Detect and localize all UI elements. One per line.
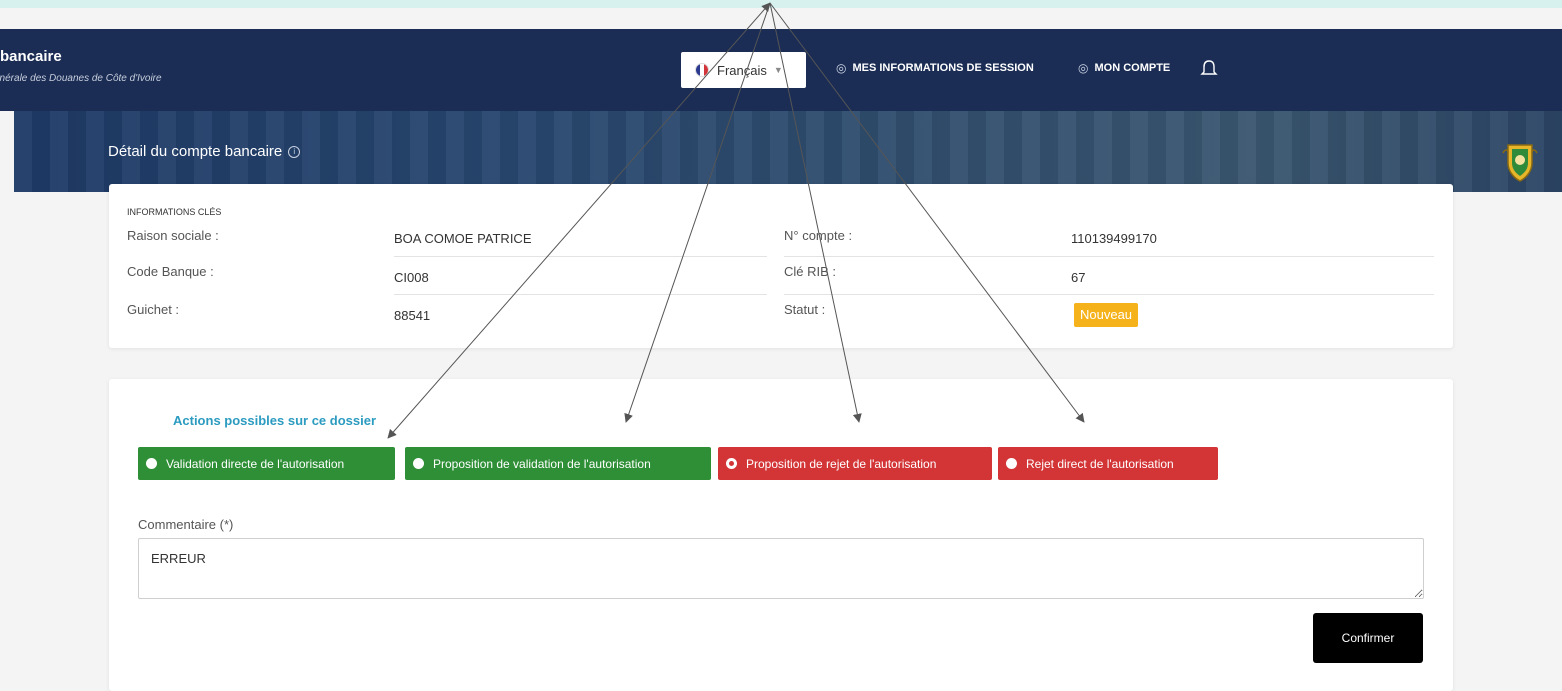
action-option-direct-validation[interactable]: Validation directe de l'autorisation (138, 447, 395, 480)
top-strip (0, 0, 1562, 8)
key-information-card: INFORMATIONS CLÉS Raison sociale : BOA C… (109, 184, 1453, 348)
language-select[interactable]: Français ▼ (681, 52, 806, 88)
field-value: 110139499170 (1071, 231, 1157, 246)
radio-icon (1006, 458, 1017, 469)
field-value: 67 (1071, 270, 1086, 285)
field-label: Statut : (784, 302, 826, 317)
language-label: Français (717, 62, 767, 78)
row-divider (784, 256, 1434, 257)
radio-icon (146, 458, 157, 469)
row-divider (784, 294, 1434, 295)
radio-checked-icon (726, 458, 737, 469)
bell-icon[interactable] (1199, 59, 1219, 79)
field-label: Guichet : (127, 302, 180, 317)
action-option-label: Rejet direct de l'autorisation (1026, 456, 1174, 471)
brand-title[interactable]: bancaire (0, 48, 62, 65)
row-divider (394, 256, 767, 257)
comment-label: Commentaire (*) (138, 517, 234, 532)
page-title-text: Détail du compte bancaire (108, 143, 283, 160)
key-info-section-title: INFORMATIONS CLÉS (127, 207, 222, 217)
actions-title: Actions possibles sur ce dossier (173, 413, 377, 428)
user-circle-icon: ◎ (1078, 61, 1089, 75)
page-hero-banner: Détail du compte bancaire i (14, 111, 1562, 192)
confirm-button[interactable]: Confirmer (1313, 613, 1423, 663)
radio-icon (413, 458, 424, 469)
top-navbar: bancaire énérale des Douanes de Côte d'I… (0, 29, 1562, 111)
brand-subtitle: énérale des Douanes de Côte d'Ivoire (0, 73, 162, 84)
coat-of-arms-icon (1502, 144, 1538, 182)
field-value: CI008 (394, 270, 429, 285)
status-badge: Nouveau (1074, 303, 1139, 327)
action-option-label: Proposition de validation de l'autorisat… (433, 456, 651, 471)
field-label: Clé RIB : (784, 264, 837, 279)
action-option-label: Validation directe de l'autorisation (166, 456, 345, 471)
action-option-label: Proposition de rejet de l'autorisation (746, 456, 937, 471)
field-label: Raison sociale : (127, 228, 219, 243)
session-icon: ◎ (836, 61, 847, 75)
chevron-down-icon: ▼ (773, 65, 783, 75)
field-label: Code Banque : (127, 264, 214, 279)
account-link-label: MON COMPTE (1094, 62, 1171, 74)
action-option-propose-validation[interactable]: Proposition de validation de l'autorisat… (405, 447, 711, 480)
field-value: 88541 (394, 308, 431, 323)
page-title: Détail du compte bancaire i (108, 143, 301, 160)
info-icon[interactable]: i (288, 145, 301, 158)
session-link-label: MES INFORMATIONS DE SESSION (852, 62, 1034, 74)
actions-card: Actions possibles sur ce dossier Validat… (109, 379, 1453, 691)
my-account-link[interactable]: ◎ MON COMPTE (1078, 61, 1170, 75)
comment-textarea[interactable]: ERREUR (138, 538, 1424, 599)
field-value: BOA COMOE PATRICE (394, 231, 532, 246)
action-option-propose-rejection[interactable]: Proposition de rejet de l'autorisation (718, 447, 992, 480)
session-info-link[interactable]: ◎ MES INFORMATIONS DE SESSION (836, 61, 1034, 75)
row-divider (394, 294, 767, 295)
french-flag-icon (695, 63, 709, 77)
action-option-direct-rejection[interactable]: Rejet direct de l'autorisation (998, 447, 1218, 480)
field-label: N° compte : (784, 228, 853, 243)
